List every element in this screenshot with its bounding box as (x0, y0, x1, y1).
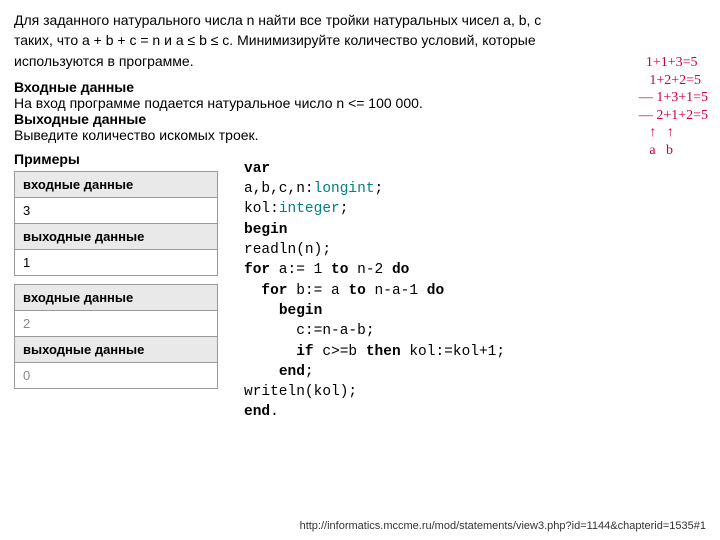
code-block: var a,b,c,n:longint; kol:integer; begin … (244, 151, 505, 423)
kw-begin: begin (279, 303, 323, 319)
hdr-in: входные данные (15, 171, 218, 197)
code-text: n-a-1 (366, 283, 427, 299)
input-text: На вход программе подается натуральное ч… (14, 95, 423, 111)
code-text: kol: (244, 201, 279, 217)
kw-to: to (331, 262, 348, 278)
output-section: Выходные данные Выведите количество иско… (14, 111, 706, 143)
kw-do: do (392, 262, 409, 278)
code-text: writeln(kol); (244, 384, 357, 400)
handwritten-notes: 1+1+3=5 1+2+2=5 — 1+3+1=5 — 2+1+2=5 ↑ ↑ … (639, 54, 708, 159)
kw-do: do (427, 283, 444, 299)
kw-for: for (261, 283, 287, 299)
examples-block: Примеры входные данные 3 выходные данные… (14, 151, 218, 423)
code-text: n-2 (348, 262, 392, 278)
kw-end: end (244, 404, 270, 420)
kw-var: var (244, 161, 270, 177)
problem-text: Для заданного натурального числа n найти… (14, 12, 541, 69)
code-text: a:= 1 (270, 262, 331, 278)
examples-title: Примеры (14, 151, 218, 167)
example-table-2: входные данные 2 выходные данные 0 (14, 284, 218, 389)
kw-to: to (348, 283, 365, 299)
hdr-out: выходные данные (15, 336, 218, 362)
kw-if: if (296, 344, 313, 360)
cell-out: 1 (15, 249, 218, 275)
code-text: b:= a (288, 283, 349, 299)
type-integer: integer (279, 201, 340, 217)
hdr-out: выходные данные (15, 223, 218, 249)
output-text: Выведите количество искомых троек. (14, 127, 259, 143)
cell-in: 2 (15, 310, 218, 336)
input-section: Входные данные На вход программе подаетс… (14, 79, 706, 111)
code-text: kol:=kol+1; (401, 344, 505, 360)
kw-end: end (279, 364, 305, 380)
code-text: ; (340, 201, 349, 217)
kw-then: then (366, 344, 401, 360)
source-url: http://informatics.mccme.ru/mod/statemen… (300, 520, 706, 532)
code-text: a,b,c,n: (244, 181, 314, 197)
kw-begin: begin (244, 222, 288, 238)
code-text: c:=n-a-b; (296, 323, 374, 339)
cell-out: 0 (15, 362, 218, 388)
hdr-in: входные данные (15, 284, 218, 310)
kw-for: for (244, 262, 270, 278)
code-text: ; (305, 364, 314, 380)
example-table-1: входные данные 3 выходные данные 1 (14, 171, 218, 276)
code-text: readln(n); (244, 242, 331, 258)
code-text: . (270, 404, 279, 420)
code-text: ; (375, 181, 384, 197)
input-title: Входные данные (14, 79, 134, 95)
output-title: Выходные данные (14, 111, 146, 127)
code-text: c>=b (314, 344, 366, 360)
cell-in: 3 (15, 197, 218, 223)
problem-statement: Для заданного натурального числа n найти… (14, 10, 564, 71)
type-longint: longint (314, 181, 375, 197)
